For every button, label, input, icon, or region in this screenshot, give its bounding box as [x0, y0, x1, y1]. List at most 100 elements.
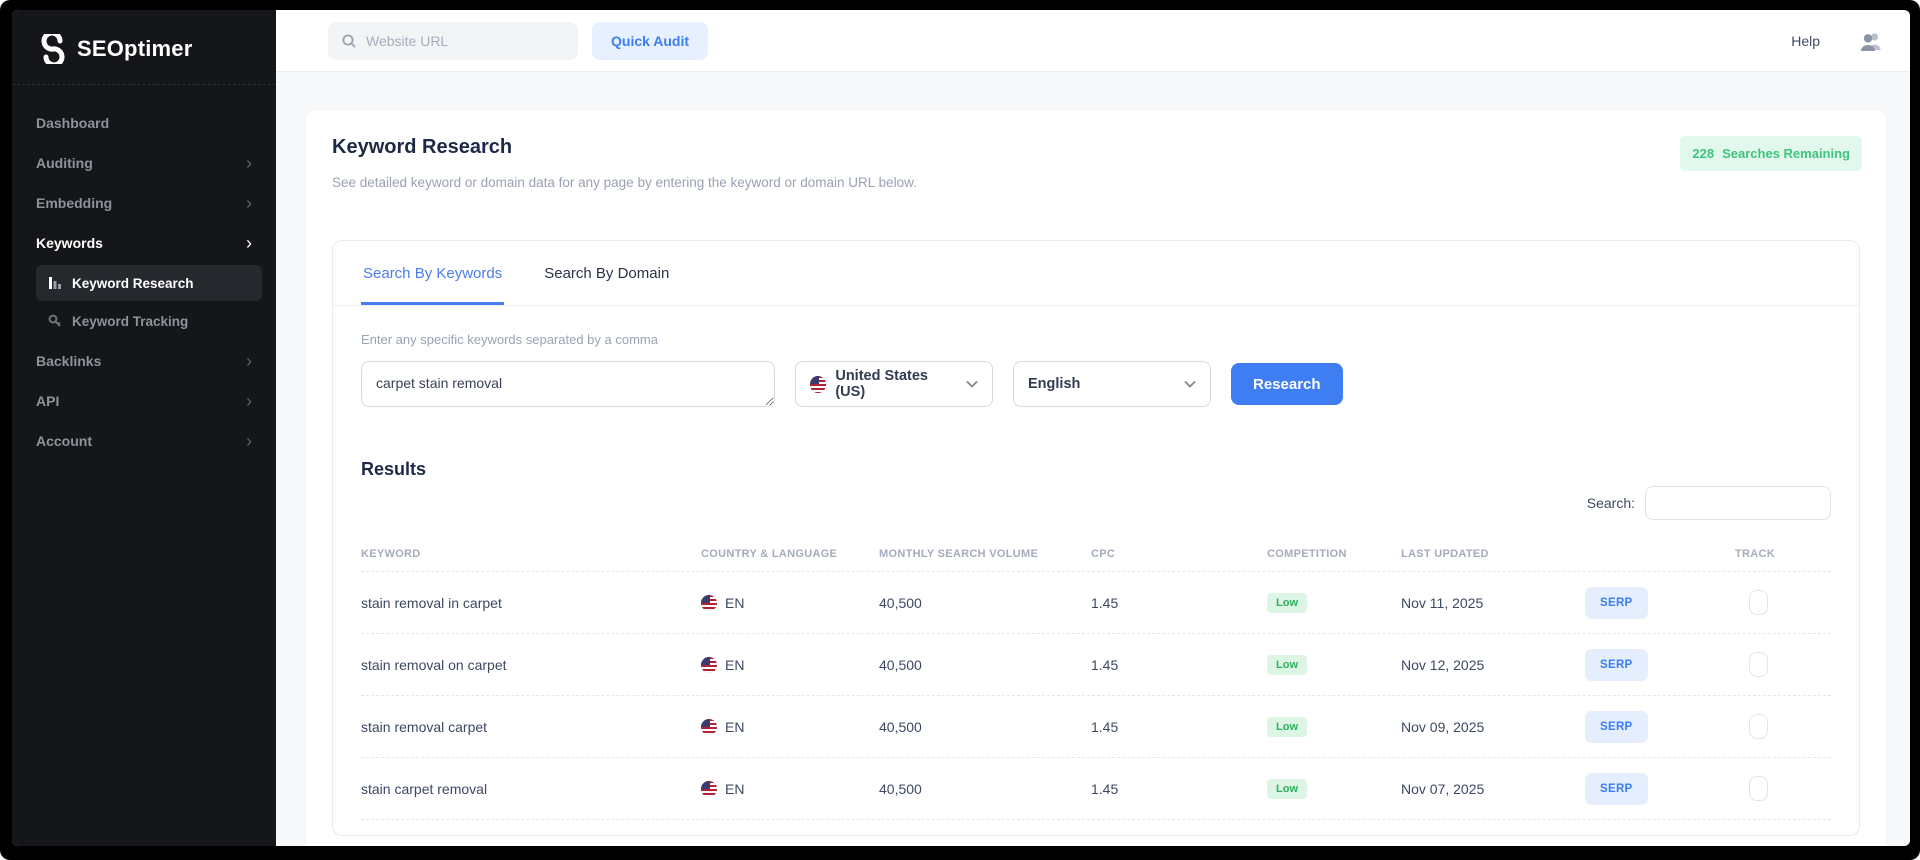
chevron-right-icon: ›: [246, 154, 252, 172]
country-language-cell: EN: [701, 595, 879, 611]
serp-cell: SERP: [1585, 711, 1735, 743]
sidebar-item-api[interactable]: API ›: [26, 381, 262, 421]
last-updated-cell: Nov 07, 2025: [1401, 781, 1585, 797]
tab-search-by-keywords[interactable]: Search By Keywords: [361, 241, 504, 305]
serp-cell: SERP: [1585, 773, 1735, 805]
volume-cell: 40,500: [879, 719, 1091, 735]
us-flag-icon: [701, 657, 717, 673]
table-header-row: KEYWORD COUNTRY & LANGUAGE MONTHLY SEARC…: [361, 536, 1831, 572]
searches-remaining-label: Searches Remaining: [1722, 146, 1850, 161]
searches-remaining-badge: 228 Searches Remaining: [1680, 136, 1862, 171]
track-checkbox[interactable]: [1749, 590, 1768, 615]
serp-button[interactable]: SERP: [1585, 587, 1648, 619]
chevron-right-icon: ›: [246, 432, 252, 450]
content-area: Keyword Research See detailed keyword or…: [276, 72, 1910, 846]
search-panel: Search By Keywords Search By Domain Ente…: [332, 240, 1860, 836]
serp-cell: SERP: [1585, 649, 1735, 681]
volume-cell: 40,500: [879, 781, 1091, 797]
us-flag-icon: [701, 595, 717, 611]
sidebar-item-keywords[interactable]: Keywords ›: [26, 223, 262, 263]
sidebar-item-embedding[interactable]: Embedding ›: [26, 183, 262, 223]
serp-cell: SERP: [1585, 587, 1735, 619]
keyword-cell: stain removal on carpet: [361, 657, 701, 673]
serp-button[interactable]: SERP: [1585, 711, 1648, 743]
panel-body: Enter any specific keywords separated by…: [333, 306, 1859, 820]
country-select[interactable]: United States (US): [795, 361, 993, 407]
language-code: EN: [725, 595, 744, 611]
quick-audit-button[interactable]: Quick Audit: [592, 22, 708, 60]
last-updated-cell: Nov 11, 2025: [1401, 595, 1585, 611]
keyword-cell: stain carpet removal: [361, 781, 701, 797]
chevron-right-icon: ›: [246, 392, 252, 410]
sidebar-item-backlinks[interactable]: Backlinks ›: [26, 341, 262, 381]
us-flag-icon: [810, 376, 826, 393]
table-row: stain removal carpet EN 40,500 1.45 Low …: [361, 696, 1831, 758]
website-url-field[interactable]: [328, 22, 578, 60]
table-body: stain removal in carpet EN 40,500 1.45 L…: [361, 572, 1831, 820]
track-checkbox[interactable]: [1749, 714, 1768, 739]
table-search-input[interactable]: [1645, 486, 1831, 520]
volume-cell: 40,500: [879, 595, 1091, 611]
track-checkbox[interactable]: [1749, 776, 1768, 801]
searches-remaining-count: 228: [1692, 146, 1714, 161]
research-button[interactable]: Research: [1231, 363, 1343, 405]
serp-button[interactable]: SERP: [1585, 649, 1648, 681]
col-keyword: KEYWORD: [361, 548, 701, 560]
sidebar-item-keyword-tracking[interactable]: Keyword Tracking: [36, 303, 262, 339]
chevron-down-icon: [966, 380, 978, 388]
main-area: Quick Audit Help Keyword Research See de…: [276, 10, 1910, 846]
website-url-input[interactable]: [366, 33, 565, 49]
competition-cell: Low: [1267, 779, 1401, 799]
sidebar-item-keyword-research[interactable]: Keyword Research: [36, 265, 262, 301]
keyword-cell: stain removal carpet: [361, 719, 701, 735]
competition-badge: Low: [1267, 655, 1307, 675]
serp-button[interactable]: SERP: [1585, 773, 1648, 805]
language-select[interactable]: English: [1013, 361, 1211, 407]
tab-search-by-domain[interactable]: Search By Domain: [542, 241, 671, 305]
volume-cell: 40,500: [879, 657, 1091, 673]
col-competition: COMPETITION: [1267, 548, 1401, 560]
topbar: Quick Audit Help: [276, 10, 1910, 72]
sidebar-nav: Dashboard Auditing › Embedding › Keyword…: [12, 85, 276, 479]
search-icon: [341, 33, 357, 49]
keyword-cell: stain removal in carpet: [361, 595, 701, 611]
table-row: stain carpet removal EN 40,500 1.45 Low …: [361, 758, 1831, 820]
track-checkbox[interactable]: [1749, 652, 1768, 677]
help-link[interactable]: Help: [1791, 33, 1820, 49]
cpc-cell: 1.45: [1091, 719, 1267, 735]
chevron-right-icon: ›: [246, 352, 252, 370]
col-country-language: COUNTRY & LANGUAGE: [701, 548, 879, 560]
sidebar-item-auditing[interactable]: Auditing ›: [26, 143, 262, 183]
sidebar-item-account[interactable]: Account ›: [26, 421, 262, 461]
col-track: TRACK: [1735, 548, 1831, 560]
cpc-cell: 1.45: [1091, 595, 1267, 611]
language-code: EN: [725, 719, 744, 735]
table-search-label: Search:: [1587, 495, 1635, 511]
country-language-cell: EN: [701, 781, 879, 797]
track-cell: [1735, 590, 1831, 615]
competition-cell: Low: [1267, 593, 1401, 613]
bar-chart-icon: [48, 276, 62, 290]
keywords-textarea[interactable]: carpet stain removal: [361, 361, 775, 407]
page-title: Keyword Research: [332, 136, 1860, 159]
table-search-row: Search:: [361, 486, 1831, 520]
competition-badge: Low: [1267, 779, 1307, 799]
seoptimer-logo[interactable]: SEOptimer: [12, 10, 276, 85]
logo-text: SEOptimer: [77, 36, 193, 62]
chevron-right-icon: ›: [246, 234, 252, 252]
app-window: SEOptimer Dashboard Auditing › Embedding…: [12, 10, 1910, 846]
competition-cell: Low: [1267, 655, 1401, 675]
users-icon[interactable]: [1858, 30, 1884, 52]
language-code: EN: [725, 657, 744, 673]
competition-cell: Low: [1267, 717, 1401, 737]
track-cell: [1735, 714, 1831, 739]
language-code: EN: [725, 781, 744, 797]
table-row: stain removal in carpet EN 40,500 1.45 L…: [361, 572, 1831, 634]
results-table: KEYWORD COUNTRY & LANGUAGE MONTHLY SEARC…: [361, 536, 1831, 820]
key-icon: [48, 314, 62, 328]
col-last-updated: LAST UPDATED: [1401, 548, 1585, 560]
us-flag-icon: [701, 781, 717, 797]
sidebar-item-dashboard[interactable]: Dashboard: [26, 103, 262, 143]
cpc-cell: 1.45: [1091, 781, 1267, 797]
cpc-cell: 1.45: [1091, 657, 1267, 673]
